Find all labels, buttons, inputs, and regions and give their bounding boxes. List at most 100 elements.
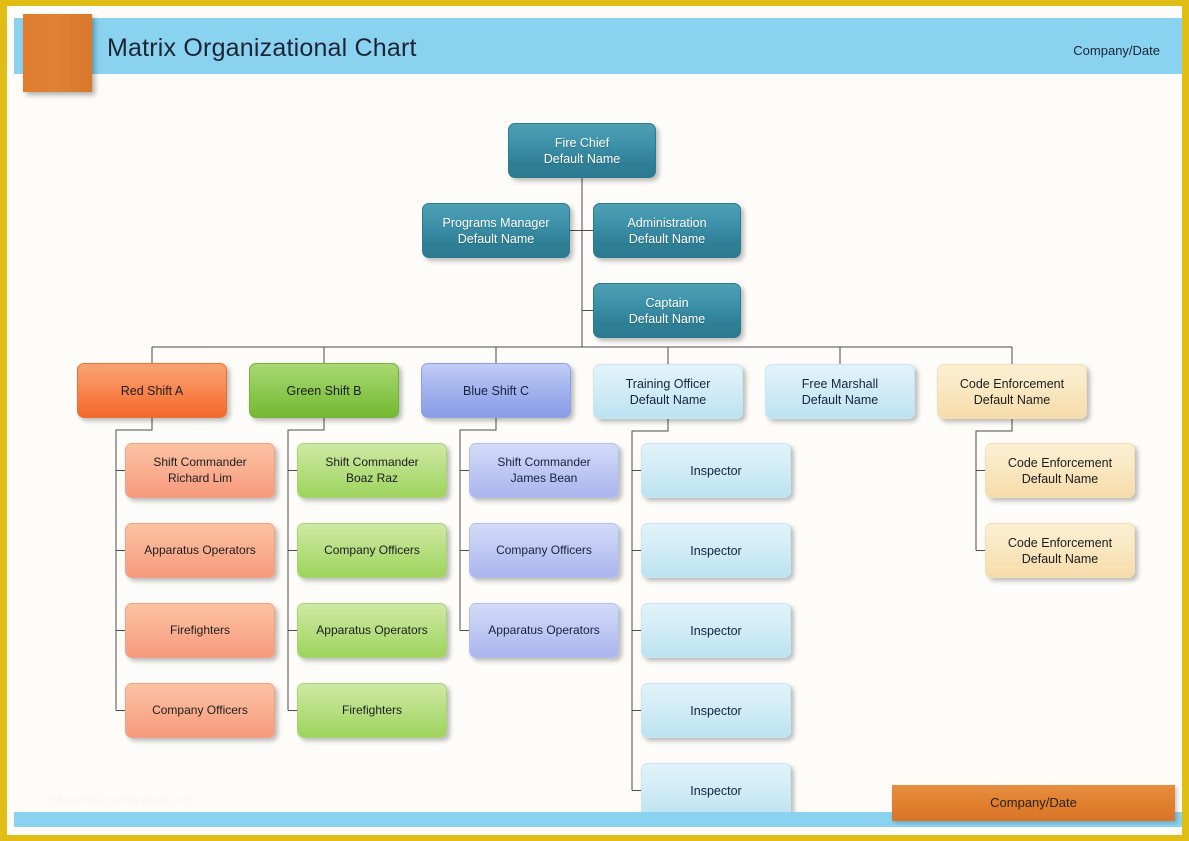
node-label-line1: Company Officers — [324, 542, 420, 557]
node-label-line2: Default Name — [629, 392, 707, 407]
node-label: Code Enforcement Default Name — [960, 376, 1064, 408]
node-code-2[interactable]: Code Enforcement Default Name — [985, 523, 1135, 578]
node-label-line1: Inspector — [690, 703, 742, 718]
node-label-line1: Fire Chief — [554, 135, 610, 150]
node-insp-4[interactable]: Inspector — [641, 683, 791, 738]
node-label-line1: Apparatus Operators — [488, 622, 600, 637]
node-label-line2: Default Name — [801, 392, 879, 407]
node-label-line1: Apparatus Operators — [316, 622, 428, 637]
node-label-line1: Inspector — [690, 463, 742, 478]
node-red-1[interactable]: Shift Commander Richard Lim — [125, 443, 275, 498]
node-label-line2: Richard Lim — [167, 470, 233, 485]
node-green-2[interactable]: Company Officers — [297, 523, 447, 578]
node-red-shift-a[interactable]: Red Shift A — [77, 363, 227, 418]
node-label-line2: Default Name — [1021, 551, 1099, 566]
node-label-line1: Blue Shift C — [462, 383, 529, 398]
node-label-line1: Captain — [645, 295, 689, 310]
node-code-enforcement[interactable]: Code Enforcement Default Name — [937, 364, 1087, 419]
node-label-line1: Programs Manager — [442, 215, 550, 230]
node-label: Inspector — [690, 623, 741, 639]
node-label: Inspector — [690, 463, 741, 479]
node-label-line1: Shift Commander — [153, 455, 247, 470]
node-label: Code Enforcement Default Name — [1008, 455, 1112, 487]
node-fire-chief[interactable]: Fire Chief Default Name — [508, 123, 656, 178]
node-label: Inspector — [690, 783, 741, 799]
node-label-line1: Apparatus Operators — [144, 542, 256, 557]
node-label: Company Officers — [496, 543, 592, 558]
node-label-line1: Inspector — [690, 783, 742, 798]
node-insp-5[interactable]: Inspector — [641, 763, 791, 818]
node-label: Apparatus Operators — [488, 623, 599, 638]
node-label: Shift Commander James Bean — [497, 455, 590, 486]
node-label-line1: Green Shift B — [286, 383, 362, 398]
node-green-shift-b[interactable]: Green Shift B — [249, 363, 399, 418]
node-label-line1: Shift Commander — [325, 455, 419, 470]
node-label: Company Officers — [152, 703, 248, 718]
org-chart-page: Matrix Organizational Chart Company/Date — [0, 0, 1189, 841]
node-programs-manager[interactable]: Programs Manager Default Name — [422, 203, 570, 258]
node-label-line1: Shift Commander — [497, 455, 591, 470]
node-label: Code Enforcement Default Name — [1008, 535, 1112, 567]
node-label-line2: Default Name — [628, 231, 706, 246]
node-label: Shift Commander Boaz Raz — [325, 455, 418, 486]
node-green-3[interactable]: Apparatus Operators — [297, 603, 447, 658]
node-label-line1: Code Enforcement — [1007, 535, 1113, 550]
node-label: Fire Chief Default Name — [544, 135, 620, 167]
node-green-1[interactable]: Shift Commander Boaz Raz — [297, 443, 447, 498]
node-label-line1: Red Shift A — [120, 383, 184, 398]
node-free-marshall[interactable]: Free Marshall Default Name — [765, 364, 915, 419]
node-label: Apparatus Operators — [316, 623, 427, 638]
node-label: Free Marshall Default Name — [802, 376, 878, 408]
node-label: Inspector — [690, 543, 741, 559]
node-red-4[interactable]: Company Officers — [125, 683, 275, 738]
node-label: Firefighters — [342, 703, 402, 718]
node-label-line1: Free Marshall — [801, 376, 879, 391]
node-label: Captain Default Name — [629, 295, 705, 327]
node-label-line1: Firefighters — [341, 702, 403, 717]
org-chart-canvas: Fire Chief Default Name Programs Manager De… — [7, 6, 1182, 835]
node-label: Company Officers — [324, 543, 420, 558]
node-label-line1: Firefighters — [169, 622, 231, 637]
node-insp-1[interactable]: Inspector — [641, 443, 791, 498]
node-green-4[interactable]: Firefighters — [297, 683, 447, 738]
node-label-line2: Boaz Raz — [345, 470, 399, 485]
node-label-line1: Administration — [627, 215, 707, 230]
node-red-3[interactable]: Firefighters — [125, 603, 275, 658]
node-label-line1: Company Officers — [496, 542, 592, 557]
node-label: Administration Default Name — [627, 215, 706, 247]
node-blue-2[interactable]: Company Officers — [469, 523, 619, 578]
node-red-2[interactable]: Apparatus Operators — [125, 523, 275, 578]
node-blue-shift-c[interactable]: Blue Shift C — [421, 363, 571, 418]
watermark-text: examples.templatesdocs.com — [51, 795, 191, 806]
node-label: Shift Commander Richard Lim — [153, 455, 246, 486]
node-label: Training Officer Default Name — [626, 376, 711, 408]
node-administration[interactable]: Administration Default Name — [593, 203, 741, 258]
footer-company-date-box: Company/Date — [892, 785, 1175, 821]
node-label-line1: Code Enforcement — [1007, 455, 1113, 470]
node-blue-1[interactable]: Shift Commander James Bean — [469, 443, 619, 498]
node-label-line2: James Bean — [510, 470, 578, 485]
node-label-line1: Company Officers — [152, 702, 248, 717]
node-label-line2: Default Name — [628, 311, 706, 326]
node-label: Red Shift A — [121, 383, 184, 399]
node-label-line2: Default Name — [457, 231, 535, 246]
node-label-line1: Inspector — [690, 543, 742, 558]
node-label-line1: Inspector — [690, 623, 742, 638]
node-label: Green Shift B — [286, 383, 361, 399]
node-insp-2[interactable]: Inspector — [641, 523, 791, 578]
node-blue-3[interactable]: Apparatus Operators — [469, 603, 619, 658]
node-label: Firefighters — [170, 623, 230, 638]
node-label: Inspector — [690, 703, 741, 719]
node-label-line2: Default Name — [1021, 471, 1099, 486]
node-label: Programs Manager Default Name — [443, 215, 550, 247]
node-code-1[interactable]: Code Enforcement Default Name — [985, 443, 1135, 498]
node-label: Blue Shift C — [463, 383, 529, 399]
node-label-line2: Default Name — [973, 392, 1051, 407]
node-label-line1: Code Enforcement — [959, 376, 1065, 391]
footer-company-date-label: Company/Date — [990, 795, 1077, 810]
node-insp-3[interactable]: Inspector — [641, 603, 791, 658]
node-label: Apparatus Operators — [144, 543, 255, 558]
node-label-line1: Training Officer — [625, 376, 711, 391]
node-captain[interactable]: Captain Default Name — [593, 283, 741, 338]
node-training-officer[interactable]: Training Officer Default Name — [593, 364, 743, 419]
